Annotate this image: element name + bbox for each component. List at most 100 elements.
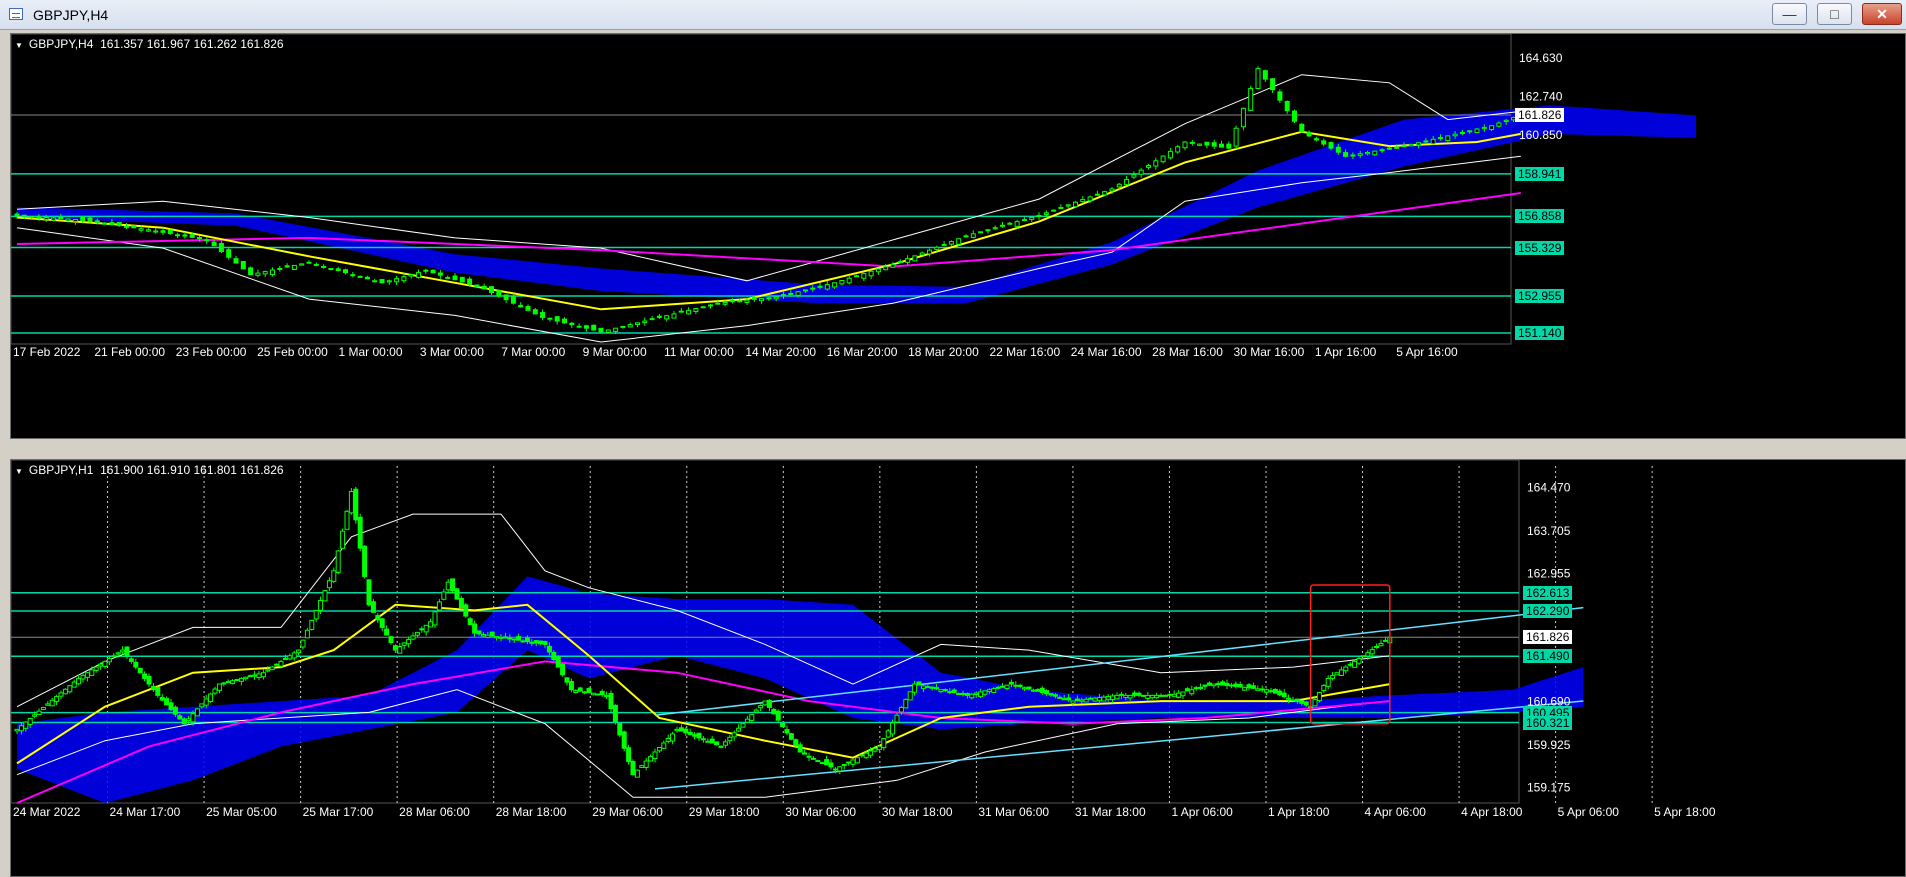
x-tick-label: 22 Mar 16:00 (989, 345, 1060, 359)
candle-body (1352, 660, 1358, 668)
candle-body (604, 694, 610, 698)
candle-body (627, 324, 633, 328)
candle-body (1452, 133, 1458, 137)
x-tick-label: 1 Apr 18:00 (1268, 805, 1330, 819)
candle-body (751, 296, 757, 300)
candle-body (810, 757, 816, 760)
candle-body (1036, 214, 1042, 217)
candle-body (1102, 191, 1108, 196)
candle-body (177, 715, 183, 720)
candle-body (919, 252, 925, 256)
candle-body (1136, 692, 1142, 696)
candle-body (1459, 131, 1465, 134)
minimize-button[interactable]: — (1772, 3, 1807, 25)
candle-body (850, 759, 856, 765)
candle-body (1030, 689, 1036, 692)
candle-body (897, 261, 903, 264)
candle-body (150, 685, 156, 691)
candle-body (533, 640, 539, 644)
candle-body (938, 689, 944, 693)
candle-body (467, 618, 473, 626)
candle-body (133, 661, 139, 668)
candle-body (120, 649, 126, 653)
candle-body (947, 691, 953, 694)
candle-body (1160, 155, 1166, 163)
level-price-tag: 158.941 (1515, 166, 1565, 181)
candle-body (1335, 146, 1341, 153)
candle-body (708, 304, 713, 307)
candle-body (388, 636, 394, 644)
h4-chart-panel[interactable]: ▼ GBPJPY,H4 161.357 161.967 161.262 161.8… (10, 33, 1906, 439)
x-tick-label: 24 Mar 2022 (13, 805, 81, 819)
candle-body (1193, 687, 1199, 690)
candle-body (1423, 140, 1429, 143)
candle-body (907, 691, 913, 701)
candle-body (934, 246, 940, 250)
candle-body (14, 213, 20, 216)
h1-chart-panel[interactable]: ▼ GBPJPY,H1 161.900 161.910 161.801 161.8… (10, 459, 1906, 877)
candle-body (291, 264, 297, 270)
candle-body (18, 725, 24, 732)
candle-body (299, 263, 305, 266)
candle-body (929, 686, 935, 689)
current-price-tag: 161.826 (1523, 630, 1573, 645)
candle-body (1228, 684, 1234, 687)
candle-body (503, 294, 509, 301)
candle-body (894, 714, 900, 723)
candle-body (547, 317, 553, 320)
candle-body (29, 215, 35, 218)
candle-body (1065, 204, 1071, 207)
candle-body (846, 277, 852, 284)
candle-body (740, 723, 746, 728)
window-titlebar: GBPJPY,H4 — □ ✕ (0, 0, 1906, 30)
candle-body (172, 706, 178, 715)
candle-body (665, 737, 671, 742)
candle-body (1061, 698, 1067, 701)
candle-body (861, 273, 867, 279)
candle-body (80, 675, 86, 680)
bollinger-lower-band (16, 155, 1521, 343)
candle-body (159, 696, 165, 701)
candle-body (532, 309, 538, 315)
candle-body (859, 754, 865, 757)
candle-body (1356, 658, 1362, 664)
candle-body (331, 570, 337, 582)
candle-body (744, 299, 750, 304)
candle-body (1140, 694, 1146, 697)
candle-body (1290, 699, 1296, 702)
candle-body (978, 231, 984, 234)
x-tick-label: 23 Feb 00:00 (176, 345, 247, 359)
candle-body (203, 698, 209, 706)
candle-body (617, 723, 623, 736)
candle-body (309, 619, 315, 630)
maximize-button[interactable]: □ (1817, 3, 1852, 25)
candle-body (863, 752, 869, 759)
candle-body (357, 516, 363, 549)
candle-body (817, 285, 823, 288)
candle-body (153, 230, 159, 233)
candle-body (65, 218, 71, 222)
candle-body (1365, 652, 1371, 657)
candle-body (648, 756, 654, 762)
candle-body (160, 230, 166, 233)
candle-body (642, 320, 648, 324)
candle-body (340, 530, 346, 549)
candle-body (1250, 685, 1256, 689)
candle-body (218, 242, 224, 253)
candle-body (912, 683, 918, 693)
x-tick-label: 14 Mar 20:00 (745, 345, 816, 359)
candle-body (700, 738, 706, 741)
candle-body (248, 267, 254, 276)
candle-body (1080, 199, 1086, 203)
candle-body (128, 658, 134, 662)
close-button[interactable]: ✕ (1862, 3, 1902, 25)
chart-svg: 164.630 162.740 160.850 17 Feb 2022 21 Feb 0… (11, 34, 1696, 359)
candle-body (773, 296, 779, 300)
candle-body (392, 645, 398, 651)
candle-body (868, 270, 874, 277)
y-tick-label: 163.705 (1527, 524, 1571, 538)
candle-body (1445, 135, 1451, 142)
candle-body (216, 683, 222, 691)
candle-body (1026, 686, 1032, 690)
x-tick-label: 1 Apr 16:00 (1315, 345, 1377, 359)
